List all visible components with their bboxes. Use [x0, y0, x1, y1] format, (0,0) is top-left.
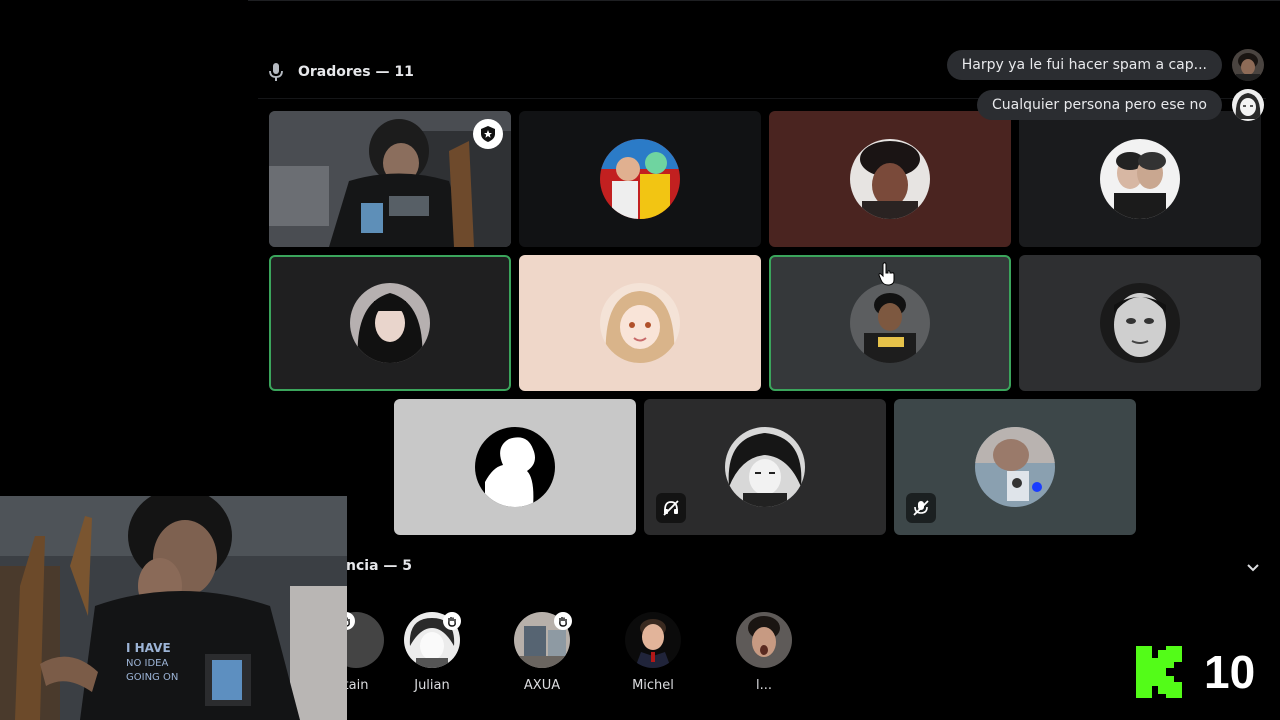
- speaker-tile-3[interactable]: [769, 111, 1011, 247]
- hand-raised-badge: [554, 612, 572, 630]
- speaker-tile-6[interactable]: [519, 255, 761, 391]
- speaker-avatar: [600, 283, 680, 363]
- speaker-avatar: [1100, 139, 1180, 219]
- audience-avatar: [625, 612, 681, 668]
- chat-bubble-text: Harpy ya le fui hacer spam a cap...: [961, 57, 1207, 73]
- audience-member-5[interactable]: l...: [724, 612, 804, 693]
- chat-bubble-text: Cualquier persona pero ese no: [992, 97, 1207, 113]
- moderator-badge: [473, 119, 503, 149]
- speaker-tile-2[interactable]: [519, 111, 761, 247]
- speaker-tile-5[interactable]: [269, 255, 511, 391]
- mic-muted-icon: [913, 500, 929, 516]
- audience-name: Julian: [414, 678, 450, 693]
- speaker-tile-1[interactable]: [269, 111, 511, 247]
- audience-name: AXUA: [523, 678, 561, 693]
- muted-badge: [906, 493, 936, 523]
- chat-bubble-avatar-2[interactable]: [1232, 89, 1264, 121]
- speaker-tile-10[interactable]: [644, 399, 886, 535]
- chat-bubble-2[interactable]: Cualquier persona pero ese no: [977, 90, 1222, 120]
- audience-name: l...: [755, 678, 772, 693]
- speaker-avatar: [850, 283, 930, 363]
- speaker-tile-4[interactable]: [1019, 111, 1261, 247]
- hand-raised-badge: [443, 612, 461, 630]
- hand-icon: [448, 617, 456, 627]
- speaker-avatar: [850, 139, 930, 219]
- svg-text:I HAVE: I HAVE: [126, 641, 171, 655]
- speaker-tile-9[interactable]: [394, 399, 636, 535]
- audience-name: Michel: [632, 678, 674, 693]
- window-top-border: [248, 0, 1280, 1]
- speaker-avatar: [475, 427, 555, 507]
- audience-avatar: [736, 612, 792, 668]
- speaker-avatar: [350, 283, 430, 363]
- speaker-avatar: [975, 427, 1055, 507]
- speakers-header: Oradores — 11: [268, 62, 414, 82]
- hand-icon: [559, 617, 567, 627]
- speaker-avatar: [725, 427, 805, 507]
- chevron-down-icon[interactable]: [1244, 558, 1262, 576]
- kick-viewer-count: 10: [1204, 646, 1256, 698]
- kick-logo-icon: [1136, 646, 1182, 698]
- microphone-icon: [269, 63, 283, 81]
- speaker-avatar: [1100, 283, 1180, 363]
- svg-text:GOING ON: GOING ON: [126, 672, 178, 683]
- hand-cursor-icon: [878, 262, 895, 286]
- speaker-tile-8[interactable]: [1019, 255, 1261, 391]
- streamer-webcam-overlay: I HAVE NO IDEA GOING ON: [0, 496, 347, 720]
- deafened-icon: [663, 500, 679, 516]
- shield-star-icon: [481, 126, 495, 142]
- muted-badge: [656, 493, 686, 523]
- svg-text:NO IDEA: NO IDEA: [126, 658, 168, 669]
- chat-bubble-avatar-1[interactable]: [1232, 49, 1264, 81]
- speaker-tile-11[interactable]: [894, 399, 1136, 535]
- speakers-title: Oradores — 11: [298, 64, 414, 80]
- audience-title: ncia — 5: [346, 558, 413, 574]
- speaker-avatar: [600, 139, 680, 219]
- chat-bubble-1[interactable]: Harpy ya le fui hacer spam a cap...: [946, 50, 1222, 80]
- audience-member-4[interactable]: Michel: [613, 612, 693, 693]
